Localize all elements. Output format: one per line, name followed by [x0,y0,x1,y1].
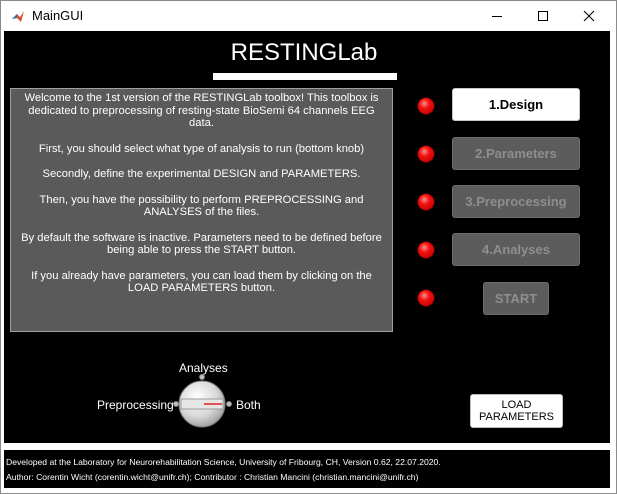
knob-tick-analyses [198,374,205,380]
load-parameters-button[interactable]: LOAD PARAMETERS [470,394,563,428]
parameters-button[interactable]: 2.Parameters [452,137,580,170]
welcome-paragraph: Welcome to the 1st version of the RESTIN… [24,92,379,129]
welcome-paragraph: By default the software is inactive. Par… [21,231,382,257]
analyses-status-led [417,241,435,259]
app-title: RESTINGLab [230,39,378,66]
knob-tick-both [226,400,233,407]
footer-credits: Developed at the Laboratory for Neuroreh… [6,455,441,485]
minimize-button[interactable] [474,1,520,31]
title-underline [213,73,397,80]
preprocessing-status-led [417,193,435,211]
welcome-paragraph: Secondly, define the experimental DESIGN… [42,168,361,180]
footer-author-line: Author: Corentin Wicht (corentin.wicht@u… [6,472,419,482]
close-button[interactable] [566,1,612,31]
minimize-icon [492,16,502,17]
maximize-icon [538,11,548,21]
knob-tick-preprocessing [173,400,179,407]
welcome-panel: Welcome to the 1st version of the RESTIN… [10,88,393,332]
start-status-led [417,289,435,307]
analysis-type-knob[interactable] [169,372,239,438]
analyses-button[interactable]: 4.Analyses [452,233,580,266]
footer-development-line: Developed at the Laboratory for Neuroreh… [6,457,441,467]
title-bar: MainGUI [1,1,616,31]
welcome-paragraph: First, you should select what type of an… [38,142,365,155]
close-icon [583,10,595,22]
preprocessing-button[interactable]: 3.Preprocessing [452,185,580,218]
window-title: MainGUI [32,8,84,23]
matlab-icon [12,11,24,22]
welcome-paragraph: If you already have parameters, you can … [31,269,372,295]
footer-divider [4,443,610,450]
design-button[interactable]: 1.Design [452,88,580,121]
welcome-paragraph: Then, you have the possibility to perfor… [39,193,364,219]
load-button-line1: LOAD [501,399,532,411]
parameters-status-led [417,145,435,163]
maximize-button[interactable] [520,1,566,31]
knob-option-preprocessing: Preprocessing [97,398,174,412]
start-button[interactable]: START [483,282,549,315]
knob-option-both: Both [236,398,261,412]
app-client-area: RESTINGLab Welcome to the 1st version of… [4,31,610,488]
design-status-led [417,97,435,115]
main-window: MainGUI RESTINGLab Welcome to the 1st ve… [0,0,617,494]
load-button-line2: PARAMETERS [479,411,554,423]
